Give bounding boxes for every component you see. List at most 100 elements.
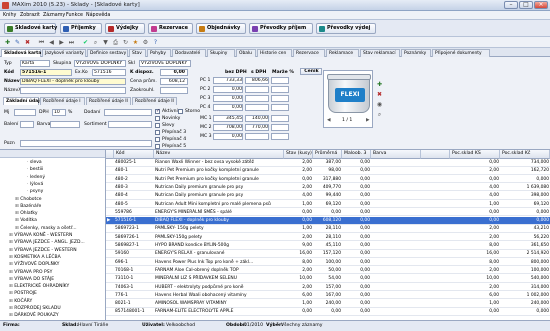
pc4-s-dph[interactable] bbox=[245, 104, 269, 111]
tree-node[interactable]: · ledený bbox=[27, 174, 45, 181]
mc2-bez-dph[interactable]: 708,00 bbox=[213, 124, 243, 131]
help-icon[interactable]: ? bbox=[152, 39, 159, 46]
tree-node[interactable]: ⊞ VÝBAVA JEZDCE - WESTERN bbox=[9, 247, 77, 254]
exkod-field[interactable]: 571516 bbox=[92, 69, 126, 76]
pc2-bez-dph[interactable]: 0,00 bbox=[213, 86, 243, 93]
column-header[interactable] bbox=[421, 150, 450, 159]
tab-definice-sestavy[interactable]: Definice sestavy bbox=[87, 49, 128, 57]
tab-skladova-karta[interactable]: Skladová karta bbox=[1, 49, 41, 57]
tree-node[interactable]: ⊞ ROZPRODEJ SKLADU bbox=[9, 305, 61, 312]
column-header[interactable]: Barva bbox=[371, 150, 421, 159]
baleni-field[interactable] bbox=[20, 121, 34, 128]
tab-reklamace[interactable]: Reklamace bbox=[326, 49, 359, 57]
first-record-icon[interactable]: ⏮ bbox=[38, 39, 45, 46]
save-icon[interactable]: ✔ bbox=[82, 39, 89, 46]
table-row[interactable]: 480-2 Nutri Pet Premium pro kočky komplet… bbox=[106, 176, 550, 184]
storno-checkbox[interactable] bbox=[178, 109, 183, 114]
tab-rezervace[interactable]: Rezervace bbox=[293, 49, 325, 57]
maximize-button[interactable]: □ bbox=[519, 1, 533, 9]
tab-jazykove-varianty[interactable]: Jazykové varianty bbox=[42, 49, 86, 57]
nazev-field[interactable]: DIBAQ FLEXI - doplněk pro klouby bbox=[20, 78, 126, 85]
module-rezervace[interactable]: Rezervace bbox=[148, 23, 193, 34]
pc1-marze[interactable] bbox=[271, 77, 289, 84]
add-image-icon[interactable]: ✚ bbox=[376, 81, 383, 88]
table-row[interactable]: 59160 ENERGY'S RELAX - granulované 16,00 15… bbox=[106, 250, 550, 258]
mc3-s-dph[interactable] bbox=[245, 133, 269, 140]
tree-node[interactable]: ⊞ Vodítka bbox=[15, 217, 37, 224]
prev-record-icon[interactable]: ◀ bbox=[48, 39, 55, 46]
column-header[interactable]: Stav (kusy) bbox=[284, 150, 313, 159]
table-row[interactable]: 8021-1 AMINOSOL WAMSPRAY VITAMINY 1,00 240,… bbox=[106, 300, 550, 308]
tree-node[interactable]: ⊞ POSTROJE bbox=[9, 290, 37, 297]
slevy-checkbox[interactable] bbox=[155, 123, 160, 128]
remove-image-icon[interactable]: ✖ bbox=[376, 91, 383, 98]
table-row[interactable]: 776-1 Havens Herbal Waali obohacený vitam… bbox=[106, 292, 550, 300]
table-row[interactable]: 559786 ENERGY'S MINERÁLNÍ SMĚS - spálé 0,0… bbox=[106, 209, 550, 217]
menu-napoveda[interactable]: Nápověda bbox=[86, 13, 110, 18]
table-row[interactable]: 5869726-1 PAMLSKY-150g pelety 2,00 28,110 0,… bbox=[106, 234, 550, 242]
module-objednavky[interactable]: Objednávky bbox=[196, 23, 246, 34]
zaokr-field[interactable] bbox=[160, 87, 188, 94]
tree-node[interactable]: ⊞ KOSMETIKA A LÉČBA bbox=[9, 254, 61, 261]
table-row[interactable]: 74063-1 HUBERT - elektrolyty podpůrné pro… bbox=[106, 284, 550, 291]
pc2-s-dph[interactable] bbox=[245, 86, 269, 93]
table-row[interactable]: 480-5 Nutrican Adult Mini kompletní pro m… bbox=[106, 201, 550, 208]
mc1-bez-dph[interactable]: 345,45 bbox=[213, 115, 243, 122]
aktivni-checkbox[interactable] bbox=[155, 108, 160, 114]
skupina-field[interactable]: VÝŽIVOVÉ DOPLŇKY bbox=[74, 60, 126, 67]
column-header[interactable]: Kód bbox=[114, 150, 154, 159]
column-header[interactable]: Maloob. 3 bbox=[342, 150, 371, 159]
subtab-rozsirene-3[interactable]: Rozšířené údaje II bbox=[132, 97, 177, 105]
settings-icon[interactable]: ⚙ bbox=[142, 39, 149, 46]
column-header[interactable]: Průměrná bbox=[313, 150, 342, 159]
tree-node[interactable]: ⊞ Bazénáře bbox=[15, 203, 41, 210]
column-header[interactable]: Poc.sklad KS bbox=[450, 150, 500, 159]
sortiment-field[interactable] bbox=[108, 121, 152, 128]
barva-field[interactable] bbox=[50, 121, 80, 128]
tree-node[interactable]: ⊞ ELEKTRICKÉ OHRADNÍKY bbox=[9, 283, 69, 290]
minimize-button[interactable]: – bbox=[504, 1, 518, 9]
tree-node[interactable]: ⊞ VÝBAVA JEZDCE - ANGL. JEZD... bbox=[9, 239, 85, 246]
mc3-bez-dph[interactable]: 0,00 bbox=[213, 133, 243, 140]
pc3-s-dph[interactable] bbox=[245, 95, 269, 102]
tab-skupiny[interactable]: Skupiny bbox=[207, 49, 235, 57]
mj-field[interactable] bbox=[14, 109, 36, 116]
menu-zaznamy[interactable]: Záznamy bbox=[43, 13, 65, 18]
subtab-rozsirene-1[interactable]: Rozšířené údaje I bbox=[40, 97, 85, 105]
prepinac3-checkbox[interactable] bbox=[155, 130, 160, 135]
dph-field[interactable]: 10 bbox=[52, 109, 66, 116]
column-header[interactable]: Název bbox=[154, 150, 284, 159]
tree-node[interactable]: ⊞ VÝBAVA PRO PSY bbox=[9, 269, 52, 276]
tab-stav[interactable]: Stav bbox=[129, 49, 146, 57]
tree-node[interactable]: · sleva bbox=[27, 159, 42, 166]
table-row[interactable]: ▶ 571516-1 DIBAQ FLEXI - doplněk pro kloub… bbox=[106, 217, 550, 225]
pc3-marze[interactable] bbox=[271, 95, 289, 102]
tree-node[interactable]: ⊞ VÝBAVA DO STÁJE bbox=[9, 276, 54, 283]
column-header[interactable] bbox=[106, 150, 114, 159]
tab-poznamky[interactable]: Poznámky bbox=[401, 49, 431, 57]
delete-icon[interactable]: ✖ bbox=[24, 39, 31, 46]
prepinac4-checkbox[interactable] bbox=[155, 137, 160, 142]
module-prevodky-vydej[interactable]: Převodky výdej bbox=[316, 23, 376, 34]
search-icon[interactable]: ⌕ bbox=[92, 39, 99, 46]
pc3-bez-dph[interactable]: 0,00 bbox=[213, 95, 243, 102]
tree-node[interactable]: · psyny bbox=[27, 188, 43, 195]
image-next-icon[interactable]: ▶ bbox=[366, 118, 370, 123]
novinky-checkbox[interactable] bbox=[155, 116, 160, 121]
menu-funkce[interactable]: Funkce bbox=[66, 13, 83, 18]
mc3-marze[interactable] bbox=[271, 133, 289, 140]
pc1-bez-dph[interactable]: 733,33 bbox=[213, 77, 243, 84]
table-row[interactable]: 70168-1 FARNAM Aloe Cal-obrený doplněk TO… bbox=[106, 267, 550, 275]
print-icon[interactable]: ⎙ bbox=[112, 39, 119, 46]
pc1-s-dph[interactable]: 806,66 bbox=[245, 77, 269, 84]
tab-pohyby[interactable]: Pohyby bbox=[147, 49, 171, 57]
mc1-marze[interactable] bbox=[271, 115, 289, 122]
tab-obalu[interactable]: Obalu bbox=[236, 49, 256, 57]
nazevx-field[interactable] bbox=[20, 87, 126, 94]
mc1-s-dph[interactable]: 140,00 bbox=[245, 115, 269, 122]
tree-node[interactable]: ⊞ Chobotce bbox=[15, 196, 42, 203]
tree-node[interactable]: · lýlová bbox=[27, 181, 43, 188]
module-prevodky-prijem[interactable]: Převodky příjem bbox=[249, 23, 313, 34]
table-row[interactable]: 480-3 Nutrican Daily premium granule pro … bbox=[106, 184, 550, 192]
tree-node[interactable]: · bestiii bbox=[27, 166, 43, 173]
